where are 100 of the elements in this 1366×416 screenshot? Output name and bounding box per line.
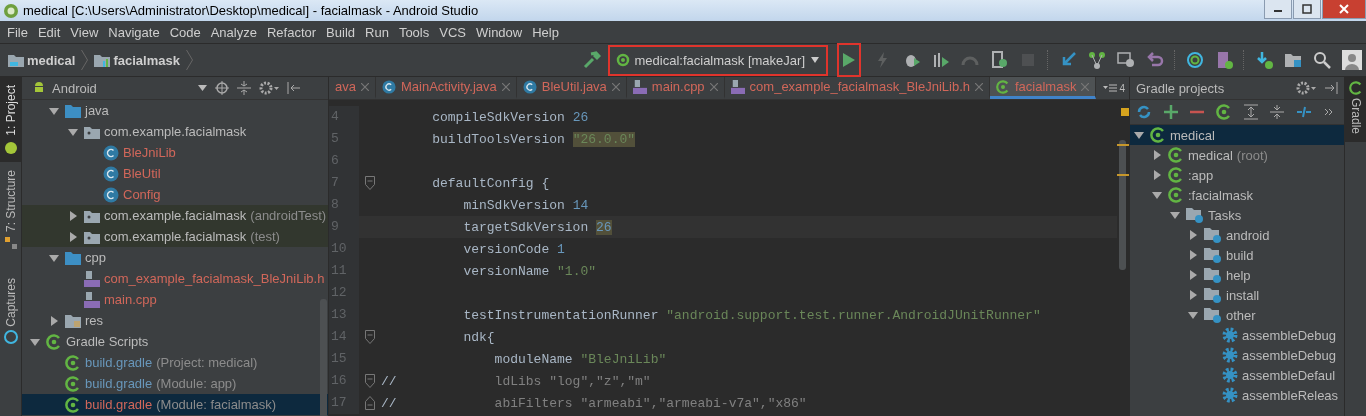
- link-icon[interactable]: [1296, 105, 1312, 119]
- menu-item[interactable]: File: [2, 24, 33, 40]
- tree-row[interactable]: Tasks: [1130, 205, 1344, 225]
- scrollbar[interactable]: [1119, 140, 1126, 270]
- target-icon[interactable]: [215, 81, 229, 95]
- download-icon[interactable]: [1255, 51, 1273, 69]
- sync-icon[interactable]: [1186, 51, 1204, 69]
- tab-overflow-button[interactable]: 4: [1099, 77, 1129, 99]
- breadcrumb[interactable]: facialmask: [113, 52, 180, 68]
- editor-tab[interactable]: com_example_facialmask_BleJniLib.h: [724, 77, 990, 99]
- tree-row[interactable]: build.gradle (Module: app): [22, 373, 328, 394]
- expand-arrow-icon[interactable]: [1188, 270, 1198, 280]
- tree-item[interactable]: main.cpp: [104, 292, 157, 307]
- fold-icon[interactable]: [365, 330, 375, 344]
- tree-item[interactable]: BleUtil: [123, 166, 161, 181]
- tree-row[interactable]: other: [1130, 305, 1344, 325]
- expand-arrow-icon[interactable]: [1188, 310, 1198, 320]
- breadcrumb[interactable]: medical: [27, 52, 76, 68]
- close-button[interactable]: [1322, 0, 1366, 19]
- tree-item[interactable]: com_example_facialmask_BleJniLib.h: [104, 271, 325, 286]
- collapse-icon[interactable]: [237, 81, 251, 95]
- monitor-icon[interactable]: [1117, 51, 1135, 69]
- tree-row[interactable]: :facialmask: [1130, 185, 1344, 205]
- tree-item[interactable]: Gradle Scripts: [66, 334, 149, 349]
- maximize-button[interactable]: [1293, 0, 1321, 19]
- close-icon[interactable]: [709, 82, 718, 91]
- run-button[interactable]: [837, 43, 861, 77]
- folder-icon[interactable]: [1284, 51, 1302, 69]
- settings-icon[interactable]: [259, 81, 279, 95]
- search-icon[interactable]: [1313, 51, 1331, 69]
- branch-icon[interactable]: [1088, 51, 1106, 69]
- expand-arrow-icon[interactable]: [1188, 230, 1198, 240]
- expand-arrow-icon[interactable]: [1152, 170, 1162, 180]
- expand-all-icon[interactable]: [1244, 104, 1258, 120]
- tree-row[interactable]: com.example.facialmask (test): [22, 226, 328, 247]
- view-dropdown[interactable]: Android: [32, 80, 207, 96]
- more-icon[interactable]: [1324, 107, 1334, 117]
- menu-item[interactable]: Navigate: [103, 24, 165, 40]
- expand-arrow-icon[interactable]: [68, 210, 78, 221]
- gradle-icon[interactable]: [1216, 104, 1232, 120]
- undo-icon[interactable]: [1146, 51, 1164, 69]
- expand-arrow-icon[interactable]: [68, 126, 78, 137]
- editor-tab[interactable]: BleUtil.java: [516, 77, 627, 99]
- refresh-icon[interactable]: [1136, 104, 1152, 120]
- device-icon[interactable]: [1215, 51, 1233, 69]
- expand-arrow-icon[interactable]: [49, 252, 59, 263]
- tree-row[interactable]: medical (root): [1130, 145, 1344, 165]
- tree-row[interactable]: com.example.facialmask (androidTest): [22, 205, 328, 226]
- expand-arrow-icon[interactable]: [1152, 190, 1162, 200]
- tree-row[interactable]: :app: [1130, 165, 1344, 185]
- menu-item[interactable]: Run: [360, 24, 394, 40]
- expand-arrow-icon[interactable]: [49, 105, 59, 116]
- change-marker[interactable]: [1117, 144, 1129, 146]
- fold-icon[interactable]: [365, 396, 375, 410]
- expand-arrow-icon[interactable]: [30, 336, 40, 347]
- tree-item[interactable]: com.example.facialmask: [104, 229, 247, 244]
- change-marker[interactable]: [1117, 174, 1129, 176]
- tree-item[interactable]: build.gradle: [85, 355, 153, 370]
- menu-item[interactable]: Help: [527, 24, 564, 40]
- tree-row[interactable]: build: [1130, 245, 1344, 265]
- tree-row[interactable]: android: [1130, 225, 1344, 245]
- tool-window-tab[interactable]: 1: Project: [0, 77, 21, 162]
- tree-item[interactable]: Config: [123, 187, 161, 202]
- tree-item[interactable]: cpp: [85, 250, 106, 265]
- fold-icon[interactable]: [365, 176, 375, 190]
- expand-arrow-icon[interactable]: [68, 231, 78, 242]
- expand-arrow-icon[interactable]: [1170, 210, 1180, 220]
- tree-row[interactable]: build.gradle (Project: medical): [22, 352, 328, 373]
- tree-row[interactable]: assembleDebug: [1130, 345, 1344, 365]
- close-icon[interactable]: [611, 82, 620, 91]
- tree-row[interactable]: assembleDebug: [1130, 325, 1344, 345]
- menu-item[interactable]: Refactor: [261, 24, 322, 40]
- tree-row[interactable]: assembleDefaul: [1130, 365, 1344, 385]
- expand-arrow-icon[interactable]: [1152, 150, 1162, 160]
- menu-item[interactable]: Code: [164, 24, 206, 40]
- add-icon[interactable]: [1164, 105, 1178, 119]
- tree-row[interactable]: install: [1130, 285, 1344, 305]
- avatar-icon[interactable]: [1342, 50, 1362, 70]
- hammer-icon[interactable]: [582, 51, 601, 69]
- menu-item[interactable]: VCS: [434, 24, 471, 40]
- tool-window-tab[interactable]: Gradle: [1345, 77, 1366, 143]
- hide-panel-icon[interactable]: [1324, 81, 1338, 95]
- tree-item[interactable]: res: [85, 313, 104, 328]
- fold-icon[interactable]: [365, 374, 375, 388]
- settings-icon[interactable]: [1296, 81, 1316, 95]
- menu-item[interactable]: Analyze: [205, 24, 262, 40]
- tree-row[interactable]: medical: [1130, 125, 1344, 145]
- minimize-button[interactable]: [1264, 0, 1292, 19]
- menu-item[interactable]: Build: [321, 24, 360, 40]
- close-icon[interactable]: [360, 82, 369, 91]
- expand-arrow-icon[interactable]: [1188, 290, 1198, 300]
- tree-row[interactable]: help: [1130, 265, 1344, 285]
- profile-icon[interactable]: [932, 51, 950, 69]
- scrollbar[interactable]: [320, 299, 327, 416]
- tool-window-tab[interactable]: Captures: [0, 269, 21, 353]
- close-icon[interactable]: [501, 82, 510, 91]
- menu-item[interactable]: Tools: [393, 24, 435, 40]
- tree-row[interactable]: assembleReleas: [1130, 385, 1344, 405]
- tree-item[interactable]: BleJniLib: [123, 145, 176, 160]
- tool-window-tab[interactable]: 7: Structure: [0, 161, 21, 258]
